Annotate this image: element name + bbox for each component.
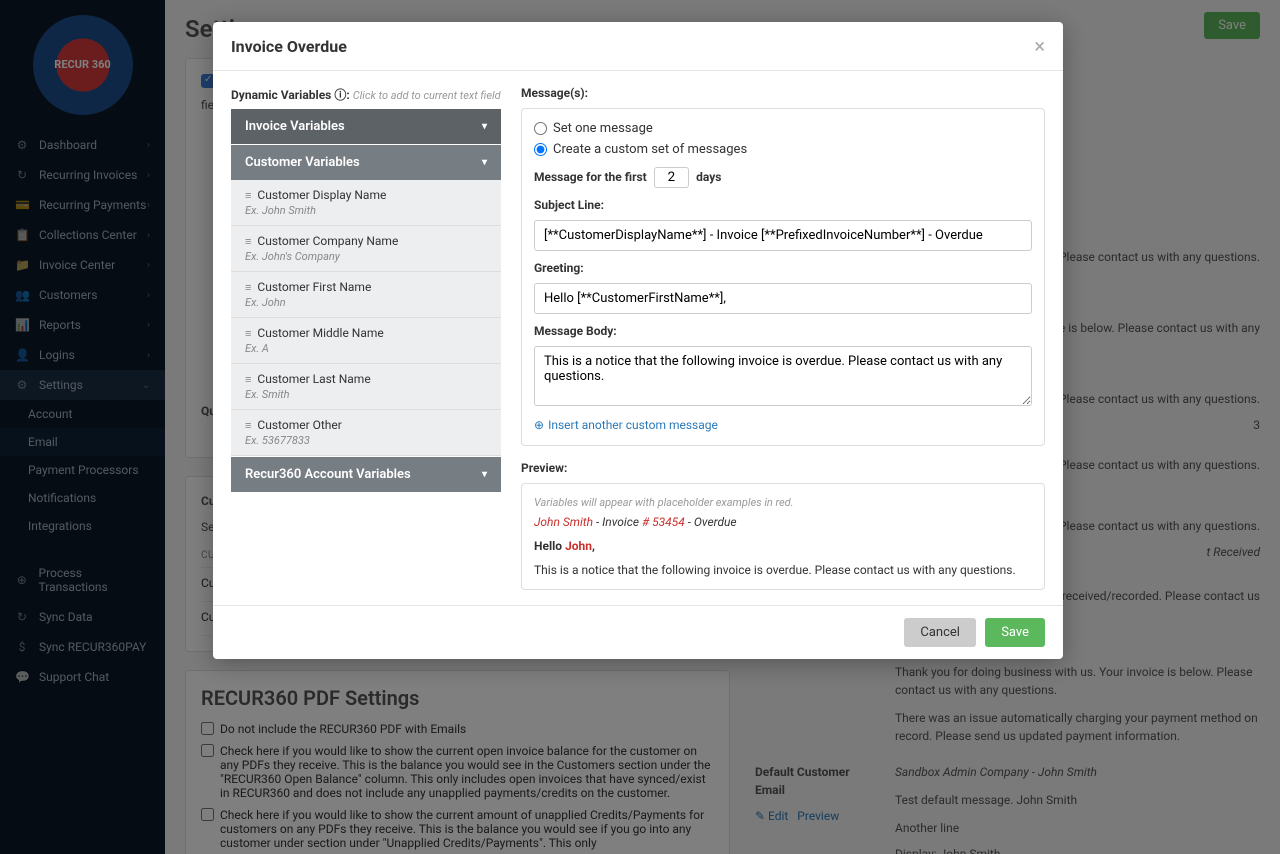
insert-another-message-link[interactable]: ⊕Insert another custom message: [534, 418, 718, 432]
days-input[interactable]: [654, 167, 689, 188]
accordion-recur360-variables[interactable]: Recur360 Account Variables▾: [231, 457, 501, 492]
radio-set-one-message[interactable]: [534, 122, 547, 135]
var-customer-other[interactable]: ≡Customer OtherEx. 53677833: [231, 410, 501, 456]
caret-down-icon: ▾: [482, 469, 487, 480]
dynamic-variables-label: Dynamic Variables ⓘ: Click to add to cur…: [231, 86, 501, 103]
plus-circle-icon: ⊕: [534, 418, 544, 432]
save-button[interactable]: Save: [985, 618, 1045, 647]
close-icon[interactable]: ×: [1034, 34, 1045, 58]
greeting-label: Greeting:: [534, 261, 1032, 275]
preview-box: Variables will appear with placeholder e…: [521, 483, 1045, 590]
var-customer-last-name[interactable]: ≡Customer Last NameEx. Smith: [231, 364, 501, 410]
var-customer-display-name[interactable]: ≡Customer Display NameEx. John Smith: [231, 180, 501, 226]
accordion-invoice-variables[interactable]: Invoice Variables▾: [231, 109, 501, 144]
body-label: Message Body:: [534, 324, 1032, 338]
invoice-overdue-modal: Invoice Overdue × Dynamic Variables ⓘ: C…: [213, 22, 1063, 659]
info-icon: ⓘ: [334, 88, 346, 102]
drag-icon: ≡: [245, 373, 251, 386]
drag-icon: ≡: [245, 281, 251, 294]
drag-icon: ≡: [245, 327, 251, 340]
caret-down-icon: ▾: [482, 157, 487, 168]
modal-title: Invoice Overdue: [231, 37, 347, 56]
subject-label: Subject Line:: [534, 198, 1032, 212]
preview-label: Preview:: [521, 461, 1045, 475]
drag-icon: ≡: [245, 235, 251, 248]
subject-input[interactable]: [534, 220, 1032, 251]
var-customer-company-name[interactable]: ≡Customer Company NameEx. John's Company: [231, 226, 501, 272]
accordion-customer-variables[interactable]: Customer Variables▾: [231, 145, 501, 180]
body-textarea[interactable]: [534, 346, 1032, 406]
radio-custom-set[interactable]: [534, 143, 547, 156]
greeting-input[interactable]: [534, 283, 1032, 314]
drag-icon: ≡: [245, 419, 251, 432]
var-customer-middle-name[interactable]: ≡Customer Middle NameEx. A: [231, 318, 501, 364]
cancel-button[interactable]: Cancel: [904, 618, 976, 647]
var-customer-first-name[interactable]: ≡Customer First NameEx. John: [231, 272, 501, 318]
drag-icon: ≡: [245, 189, 251, 202]
messages-label: Message(s):: [521, 86, 1045, 100]
caret-down-icon: ▾: [482, 121, 487, 132]
